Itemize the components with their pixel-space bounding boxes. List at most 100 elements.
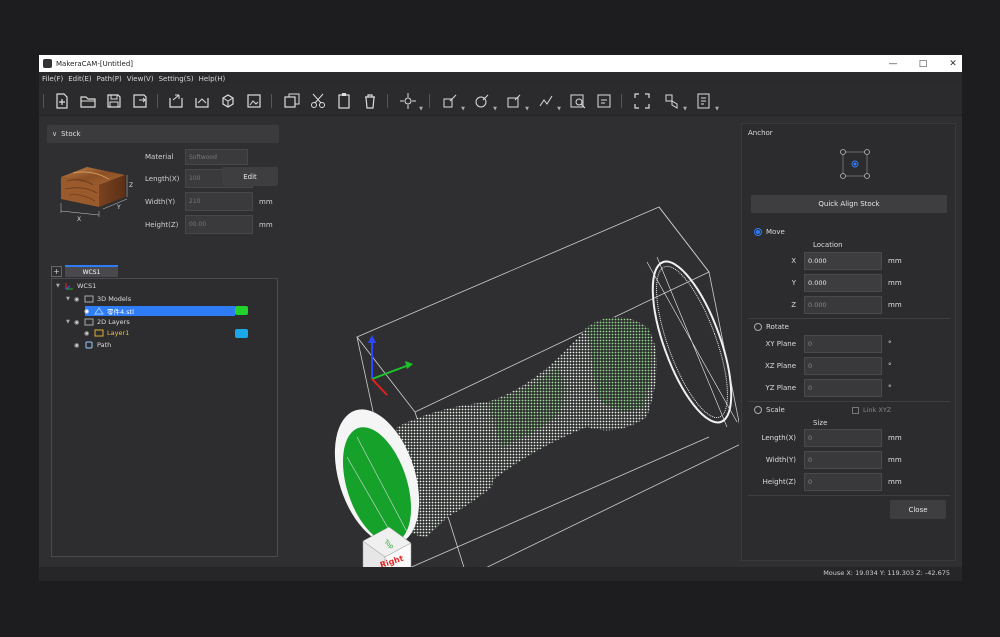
layers-folder-icon: [84, 318, 94, 326]
eye-icon[interactable]: ◉: [74, 319, 84, 326]
minimize-icon[interactable]: —: [888, 59, 898, 69]
material-select[interactable]: Softwood: [185, 149, 248, 165]
3d-viewport[interactable]: Right Top: [287, 117, 756, 581]
cube-y-label: Y: [116, 204, 121, 211]
new-file-icon[interactable]: [53, 92, 71, 110]
move-radio[interactable]: Move: [754, 228, 785, 236]
menu-view[interactable]: View(V): [127, 75, 154, 83]
cut-icon[interactable]: [309, 92, 327, 110]
add-wcs-button[interactable]: +: [51, 266, 62, 277]
length-label: Length(X): [145, 174, 180, 183]
stock-header[interactable]: ∨ Stock: [47, 125, 279, 143]
cube-x-label: X: [77, 216, 81, 223]
view-mode-icon[interactable]: ▼: [663, 92, 687, 112]
export-gcode-icon[interactable]: [595, 92, 613, 110]
xy-plane-input[interactable]: 0: [804, 335, 882, 353]
toolbar-separator: [43, 94, 44, 108]
collapse-arrow-icon[interactable]: ▼: [56, 283, 64, 289]
location-label: Location: [813, 241, 843, 249]
model-color-swatch[interactable]: [235, 306, 248, 315]
menu-setting[interactable]: Setting(S): [159, 75, 194, 83]
height-unit: mm: [259, 220, 273, 229]
eye-icon[interactable]: ◉: [74, 296, 84, 303]
collapse-arrow-icon[interactable]: ▼: [66, 296, 74, 302]
collapse-arrow-icon[interactable]: ▼: [66, 319, 74, 325]
checkbox-icon: [852, 406, 859, 414]
settings-doc-icon[interactable]: ▼: [695, 92, 719, 112]
app-window: MakeraCAM-[Untitled] — □ ✕ File(F) Edit(…: [39, 55, 962, 581]
scale-length-unit: mm: [888, 434, 902, 442]
anchor-point-selector[interactable]: [840, 149, 870, 179]
toolbar-separator: [387, 94, 388, 108]
move-x-label: X: [791, 257, 796, 265]
tree-item-path[interactable]: ◉ Path: [66, 340, 111, 350]
scale-length-label: Length(X): [761, 434, 796, 442]
menu-path[interactable]: Path(P): [97, 75, 122, 83]
scale-height-input[interactable]: 0: [804, 473, 882, 491]
copy-icon[interactable]: [283, 92, 301, 110]
transform-icon[interactable]: ▼: [399, 92, 423, 112]
tree-item-3d-models[interactable]: ▼ ◉ 3D Models: [66, 294, 131, 304]
move-z-label: Z: [791, 301, 796, 309]
import-image-icon[interactable]: [245, 92, 263, 110]
scale-label: Scale: [766, 406, 785, 414]
tree-item-layer1[interactable]: ◉ Layer1: [76, 328, 129, 338]
layer-icon: [94, 329, 104, 337]
scale-width-input[interactable]: 0: [804, 451, 882, 469]
link-xyz-checkbox[interactable]: Link XYZ: [852, 406, 891, 414]
save-icon[interactable]: [105, 92, 123, 110]
quick-align-stock-button[interactable]: Quick Align Stock: [751, 195, 947, 213]
tree-item-wcs1[interactable]: ▼ WCS1: [56, 281, 96, 291]
fit-view-icon[interactable]: [633, 92, 651, 110]
3d-toolpath-icon[interactable]: ▼: [473, 92, 497, 112]
tree-item-model[interactable]: ◉ 零件4.stl: [76, 306, 134, 316]
height-input[interactable]: 00.00: [185, 215, 253, 234]
tab-wcs1[interactable]: WCS1: [65, 265, 118, 277]
xz-plane-input[interactable]: 0: [804, 357, 882, 375]
move-x-input[interactable]: 0.000: [804, 252, 882, 270]
wcs1-label: WCS1: [77, 282, 97, 290]
close-button[interactable]: Close: [890, 500, 946, 519]
simulate-icon[interactable]: [569, 92, 587, 110]
width-input[interactable]: 210: [185, 192, 253, 211]
stock-header-label: Stock: [61, 130, 81, 138]
yz-plane-input[interactable]: 0: [804, 379, 882, 397]
eye-icon[interactable]: ◉: [84, 308, 94, 315]
tree-item-2d-layers[interactable]: ▼ ◉ 2D Layers: [66, 317, 130, 327]
close-window-icon[interactable]: ✕: [948, 59, 958, 69]
section-divider: [748, 318, 950, 319]
eye-icon[interactable]: ◉: [84, 330, 94, 337]
eye-icon[interactable]: ◉: [74, 342, 84, 349]
menu-file[interactable]: File(F): [42, 75, 63, 83]
move-z-input[interactable]: 0.000: [804, 296, 882, 314]
section-divider: [748, 401, 950, 402]
layer-color-swatch[interactable]: [235, 329, 248, 338]
menu-edit[interactable]: Edit(E): [68, 75, 91, 83]
toolbar-separator: [271, 94, 272, 108]
scale-radio[interactable]: Scale: [754, 406, 785, 414]
axis-gizmo: [368, 335, 413, 396]
stock-cube-illustration: X Y Z: [53, 155, 133, 223]
object-tree: ▼ WCS1 ▼ ◉ 3D Models ◉ 零件4.stl ▼ ◉ 2D La…: [51, 278, 278, 557]
scale-width-label: Width(Y): [765, 456, 796, 464]
open-folder-icon[interactable]: [79, 92, 97, 110]
save-as-icon[interactable]: [131, 92, 149, 110]
drill-toolpath-icon[interactable]: ▼: [505, 92, 529, 112]
move-y-input[interactable]: 0.000: [804, 274, 882, 292]
2d-layers-label: 2D Layers: [97, 318, 130, 326]
scale-height-row: Height(Z) 0 mm: [742, 473, 902, 491]
delete-icon[interactable]: [361, 92, 379, 110]
scale-length-input[interactable]: 0: [804, 429, 882, 447]
import-model-icon[interactable]: [193, 92, 211, 110]
2d-toolpath-icon[interactable]: ▼: [441, 92, 465, 112]
menu-help[interactable]: Help(H): [199, 75, 226, 83]
rotate-yz-row: YZ Plane 0 °: [742, 379, 892, 397]
paste-icon[interactable]: [335, 92, 353, 110]
maximize-icon[interactable]: □: [918, 59, 928, 69]
edit-stock-button[interactable]: Edit: [222, 167, 278, 186]
rotate-radio[interactable]: Rotate: [754, 323, 789, 331]
status-bar: Mouse X: 19.034 Y: 119.303 Z: -42.675: [39, 567, 962, 581]
engrave-toolpath-icon[interactable]: ▼: [537, 92, 561, 112]
import-icon[interactable]: [167, 92, 185, 110]
import-3d-icon[interactable]: [219, 92, 237, 110]
